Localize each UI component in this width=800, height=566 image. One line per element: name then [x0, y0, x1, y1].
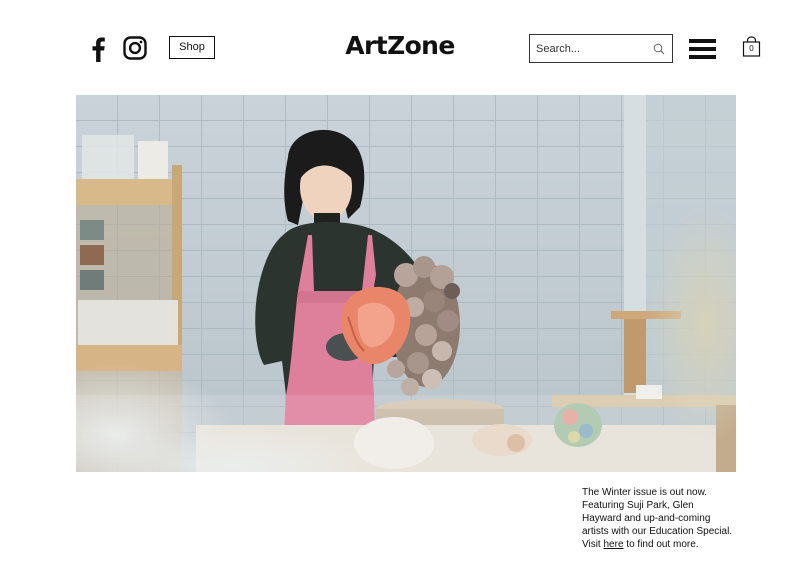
instagram-icon[interactable]: [123, 36, 147, 60]
caption-line: Hayward and up-and-coming: [582, 513, 711, 524]
here-link[interactable]: here: [604, 539, 624, 550]
caption-visit-line: Visit here to find out more.: [582, 538, 747, 551]
search-box[interactable]: [529, 34, 673, 63]
cart-count: 0: [749, 44, 754, 53]
facebook-icon[interactable]: [90, 36, 106, 62]
hamburger-menu-icon[interactable]: [689, 38, 716, 60]
visit-prefix: Visit: [582, 539, 604, 550]
caption-line: artists with our Education Special.: [582, 526, 733, 537]
search-input[interactable]: [536, 40, 646, 57]
visit-suffix: to find out more.: [623, 539, 699, 550]
caption-line: The Winter issue is out now.: [582, 487, 708, 498]
caption-line: Featuring Suji Park, Glen: [582, 500, 694, 511]
winter-issue-caption: The Winter issue is out now. Featuring S…: [582, 486, 747, 551]
hero-image: [76, 95, 736, 472]
search-icon[interactable]: [653, 43, 665, 55]
shop-button[interactable]: Shop: [169, 36, 215, 59]
site-logo[interactable]: ArtZone: [300, 31, 500, 60]
shopping-bag-icon[interactable]: 0: [742, 36, 761, 58]
